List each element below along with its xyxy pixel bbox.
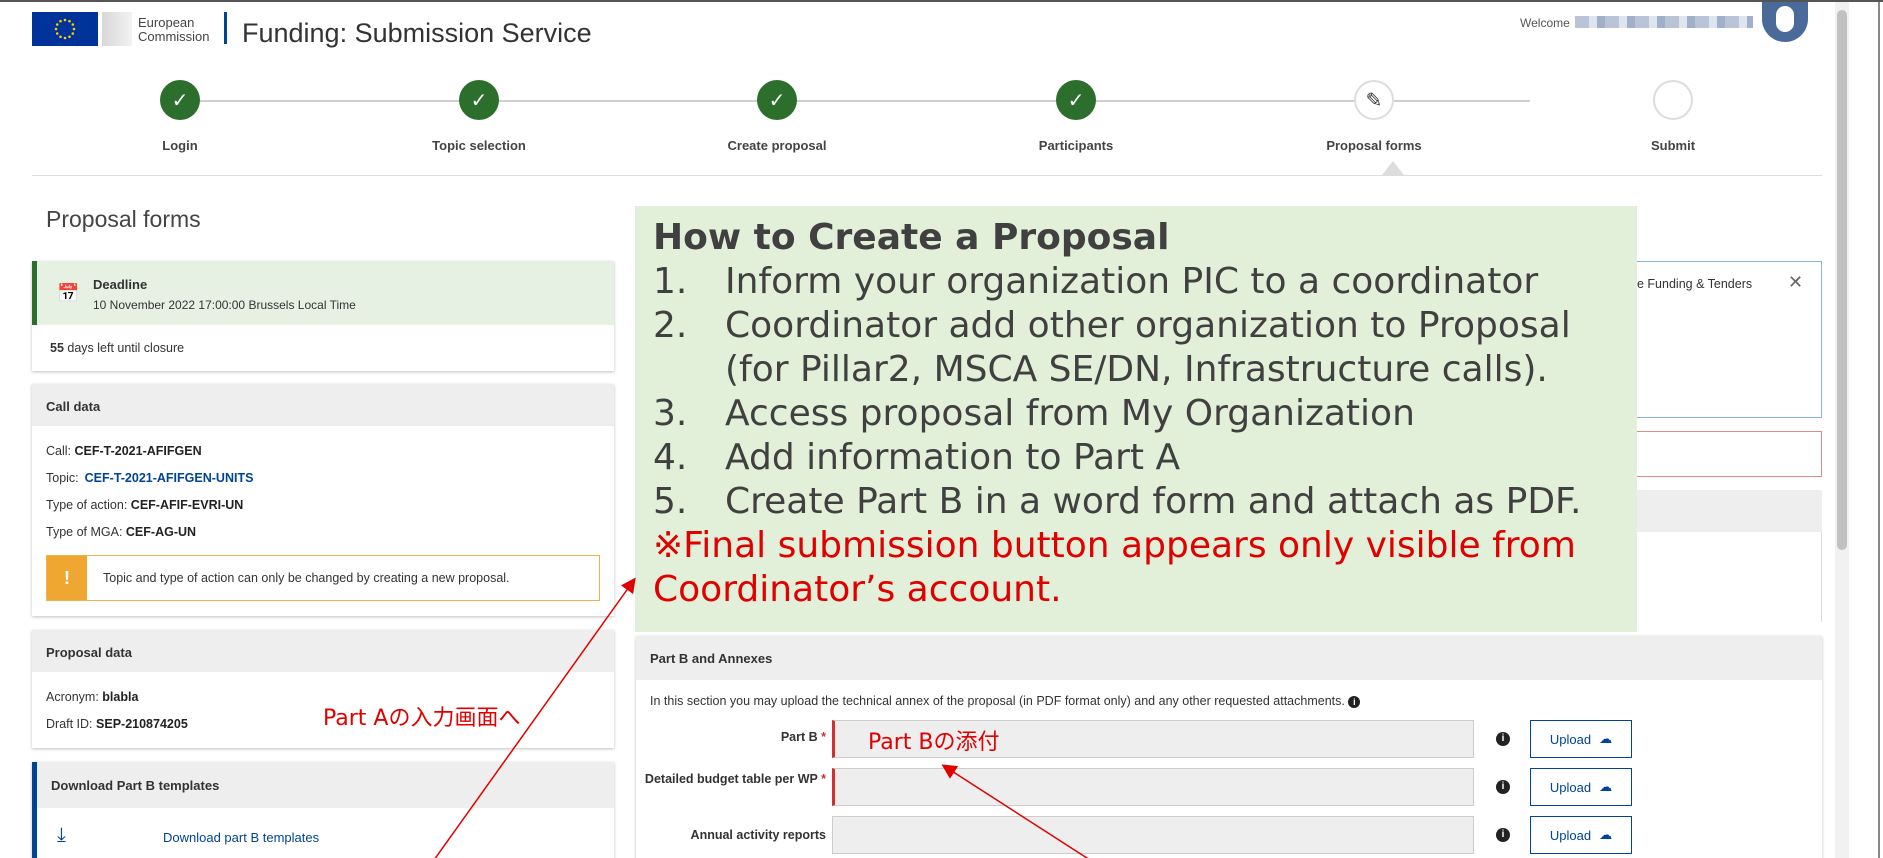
arrow-to-part-b-field: [941, 764, 1089, 858]
app-window: European Commission Funding: Submission …: [0, 0, 1883, 858]
window-border: [1878, 2, 1880, 858]
annotation-arrows: [434, 577, 1089, 858]
scrollbar-thumb[interactable]: [1837, 10, 1847, 550]
arrow-to-overlay: [434, 577, 636, 858]
